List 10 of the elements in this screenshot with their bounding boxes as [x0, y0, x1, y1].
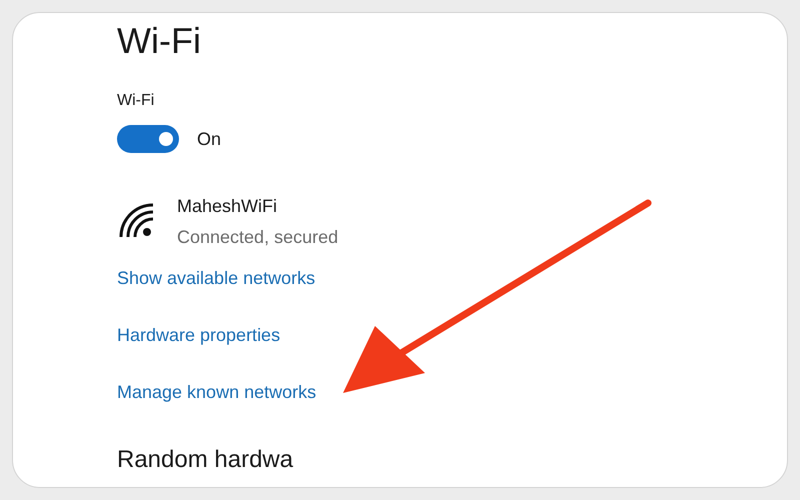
- toggle-label: Wi-Fi: [117, 91, 154, 111]
- settings-link[interactable]: Show available networks: [117, 265, 316, 292]
- settings-link[interactable]: Hardware properties: [117, 322, 280, 349]
- network-name: MaheshWiFi: [177, 195, 278, 218]
- section-heading: Random hardwa: [117, 445, 294, 475]
- toggle-state: On: [197, 128, 222, 150]
- wifi-toggle[interactable]: [117, 125, 179, 153]
- page-title: Wi-Fi: [117, 19, 201, 63]
- network-status: Connected, secured: [177, 226, 338, 249]
- settings-link[interactable]: Manage known networks: [117, 379, 316, 406]
